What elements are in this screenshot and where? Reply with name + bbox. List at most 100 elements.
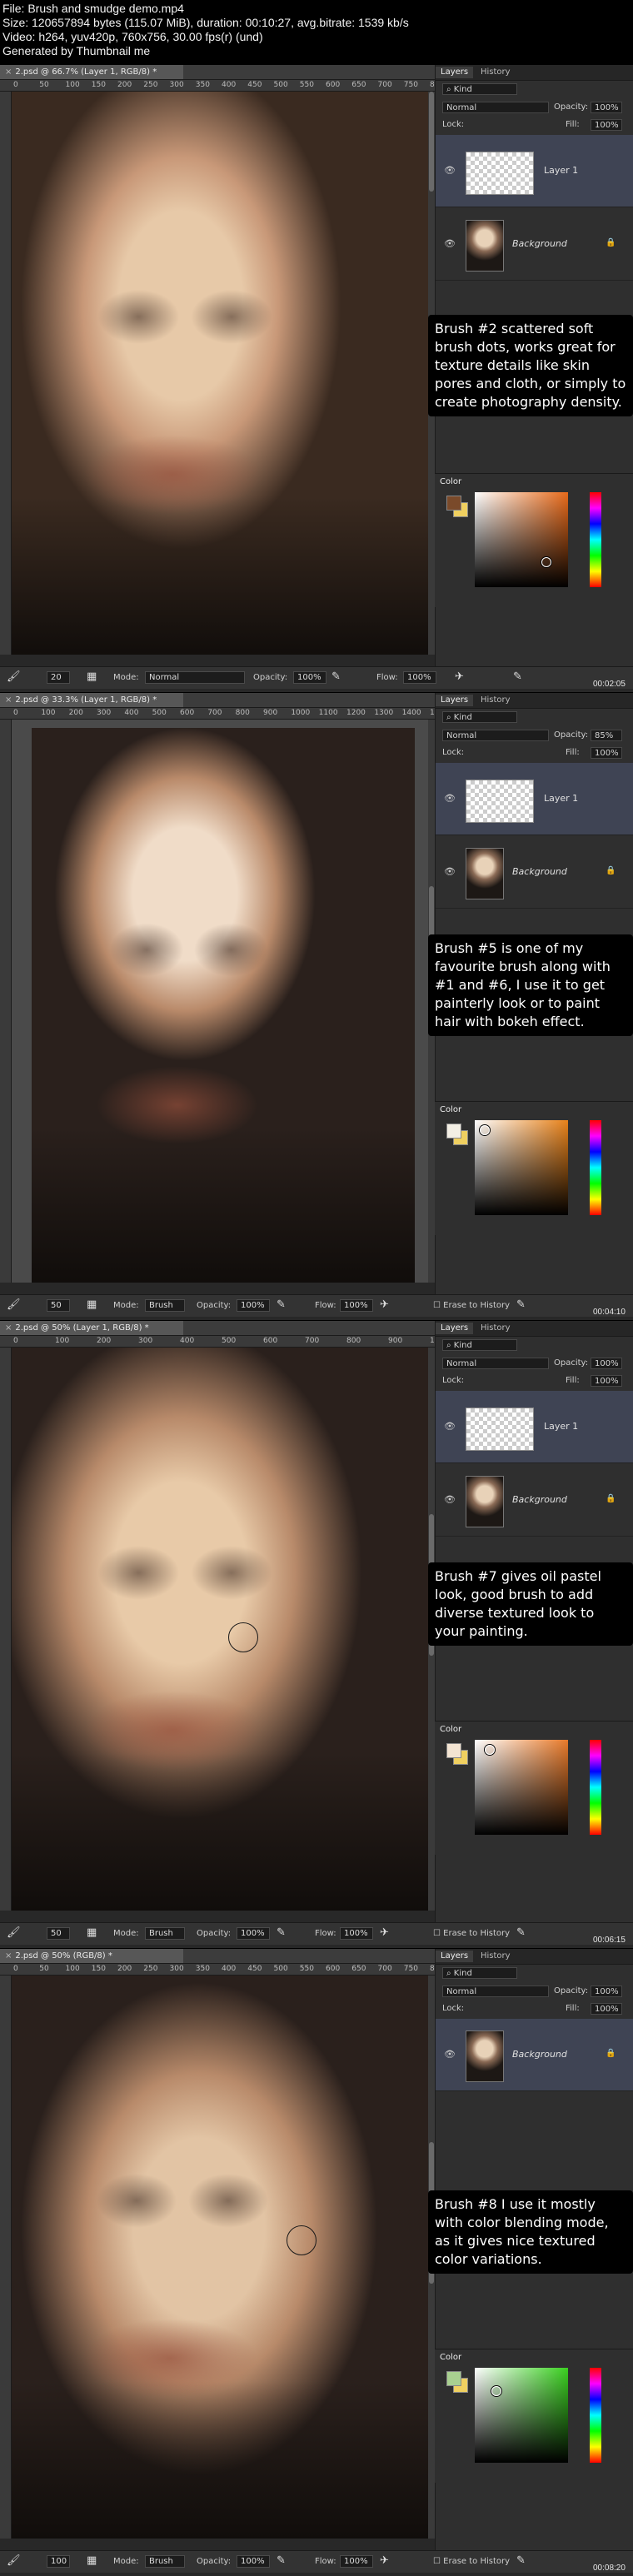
- pressure-opacity-icon[interactable]: ✎: [331, 670, 341, 683]
- brush-opacity-input[interactable]: 100%: [237, 2555, 270, 2568]
- color-picker-ring[interactable]: [491, 2386, 501, 2396]
- airbrush-icon[interactable]: ✈: [380, 2554, 389, 2567]
- opacity-input[interactable]: 100%: [591, 1986, 622, 1997]
- tab-layers[interactable]: Layers: [436, 1951, 474, 1962]
- document-canvas[interactable]: [12, 1976, 428, 2539]
- brush-tool-icon[interactable]: 🖌: [7, 2554, 21, 2567]
- hue-slider[interactable]: [590, 1740, 601, 1835]
- flow-input[interactable]: 100%: [340, 1927, 373, 1940]
- tab-layers[interactable]: Layers: [436, 695, 474, 706]
- mode-select[interactable]: Normal: [145, 671, 245, 684]
- foreground-color-swatch[interactable]: [446, 1743, 461, 1758]
- brush-panel-icon[interactable]: ▦: [87, 2554, 97, 2567]
- flow-input[interactable]: 100%: [340, 2555, 373, 2568]
- brush-panel-icon[interactable]: ▦: [87, 1926, 97, 1939]
- brush-size-input[interactable]: 50: [47, 1299, 70, 1312]
- close-tab-icon[interactable]: ×: [5, 1951, 12, 1961]
- brush-size-input[interactable]: 50: [47, 1927, 70, 1940]
- layer-row-background[interactable]: 👁 Background 🔒: [436, 1464, 633, 1537]
- pressure-size-icon[interactable]: ✎: [516, 1298, 526, 1311]
- erase-to-history-checkbox[interactable]: ☐ Erase to History: [433, 2556, 510, 2568]
- filter-kind-select[interactable]: ⌕ Kind: [442, 711, 517, 723]
- document-canvas[interactable]: [32, 728, 415, 1283]
- tab-layers[interactable]: Layers: [436, 1323, 474, 1334]
- eye-icon[interactable]: 👁: [444, 793, 456, 804]
- document-tab[interactable]: × 2.psd @ 66.7% (Layer 1, RGB/8) *: [0, 65, 183, 79]
- pressure-opacity-icon[interactable]: ✎: [277, 2554, 286, 2567]
- pressure-size-icon[interactable]: ✎: [516, 1926, 526, 1939]
- mode-select[interactable]: Brush: [145, 1927, 185, 1940]
- airbrush-icon[interactable]: ✈: [380, 1926, 389, 1939]
- filter-kind-select[interactable]: ⌕ Kind: [442, 1339, 517, 1351]
- background-layer-name[interactable]: Background: [512, 2049, 567, 2060]
- layer-row-layer1[interactable]: 👁 Layer 1: [436, 135, 633, 207]
- erase-to-history-checkbox[interactable]: ☐ Erase to History: [433, 1928, 510, 1940]
- canvas-area[interactable]: [12, 1348, 435, 1911]
- eye-icon[interactable]: 👁: [444, 1494, 456, 1505]
- filter-kind-select[interactable]: ⌕ Kind: [442, 83, 517, 95]
- scrollbar-thumb[interactable]: [429, 92, 434, 192]
- layer-row-layer1[interactable]: 👁 Layer 1: [436, 763, 633, 835]
- brush-opacity-input[interactable]: 100%: [237, 1927, 270, 1940]
- fill-input[interactable]: 100%: [591, 2003, 622, 2015]
- color-picker-ring[interactable]: [541, 557, 551, 567]
- tab-history[interactable]: History: [476, 67, 516, 78]
- hue-slider[interactable]: [590, 492, 601, 587]
- color-field[interactable]: [475, 492, 568, 587]
- eye-icon[interactable]: 👁: [444, 238, 456, 249]
- brush-opacity-input[interactable]: 100%: [293, 671, 326, 684]
- mode-select[interactable]: Brush: [145, 1299, 185, 1312]
- document-tab[interactable]: × 2.psd @ 50% (Layer 1, RGB/8) *: [0, 1321, 183, 1335]
- eye-icon[interactable]: 👁: [444, 2049, 456, 2060]
- brush-size-input[interactable]: 20: [47, 671, 70, 684]
- flow-input[interactable]: 100%: [340, 1299, 373, 1312]
- color-field[interactable]: [475, 1740, 568, 1835]
- eye-icon[interactable]: 👁: [444, 1421, 456, 1432]
- close-tab-icon[interactable]: ×: [5, 1323, 12, 1333]
- close-tab-icon[interactable]: ×: [5, 67, 12, 77]
- color-field[interactable]: [475, 2368, 568, 2463]
- pressure-opacity-icon[interactable]: ✎: [277, 1926, 286, 1939]
- opacity-input[interactable]: 100%: [591, 1358, 622, 1369]
- layer-row-background[interactable]: 👁 Background 🔒: [436, 208, 633, 281]
- opacity-input[interactable]: 100%: [591, 102, 622, 113]
- flow-input[interactable]: 100%: [403, 671, 436, 684]
- opacity-input[interactable]: 85%: [591, 730, 622, 741]
- document-canvas[interactable]: [12, 1348, 435, 1911]
- layer-row-background[interactable]: 👁 Background 🔒: [436, 2019, 633, 2091]
- foreground-color-swatch[interactable]: [446, 1124, 461, 1139]
- brush-size-input[interactable]: 100: [47, 2555, 70, 2568]
- brush-panel-icon[interactable]: ▦: [87, 670, 97, 683]
- foreground-color-swatch[interactable]: [446, 2371, 461, 2386]
- close-tab-icon[interactable]: ×: [5, 695, 12, 705]
- blend-mode-select[interactable]: Normal: [442, 102, 549, 113]
- fill-input[interactable]: 100%: [591, 1375, 622, 1387]
- layer-row-background[interactable]: 👁 Background 🔒: [436, 836, 633, 909]
- foreground-color-swatch[interactable]: [446, 496, 461, 511]
- canvas-area[interactable]: [12, 1976, 435, 2539]
- fill-input[interactable]: 100%: [591, 119, 622, 131]
- blend-mode-select[interactable]: Normal: [442, 730, 549, 741]
- pressure-opacity-icon[interactable]: ✎: [277, 1298, 286, 1311]
- airbrush-icon[interactable]: ✈: [380, 1298, 389, 1311]
- tab-history[interactable]: History: [476, 695, 516, 706]
- color-field[interactable]: [475, 1120, 568, 1215]
- color-picker-ring[interactable]: [485, 1745, 495, 1755]
- background-layer-name[interactable]: Background: [512, 866, 567, 877]
- pressure-size-icon[interactable]: ✎: [513, 670, 522, 683]
- eye-icon[interactable]: 👁: [444, 165, 456, 176]
- hue-slider[interactable]: [590, 2368, 601, 2463]
- filter-kind-select[interactable]: ⌕ Kind: [442, 1967, 517, 1979]
- layer-row-layer1[interactable]: 👁 Layer 1: [436, 1391, 633, 1463]
- airbrush-icon[interactable]: ✈: [455, 670, 464, 683]
- color-picker-ring[interactable]: [480, 1125, 490, 1135]
- canvas-area[interactable]: [12, 720, 435, 1283]
- document-canvas[interactable]: [12, 92, 435, 655]
- layer1-name[interactable]: Layer 1: [544, 793, 578, 804]
- background-layer-name[interactable]: Background: [512, 238, 567, 249]
- hue-slider[interactable]: [590, 1120, 601, 1215]
- pressure-size-icon[interactable]: ✎: [516, 2554, 526, 2567]
- document-tab[interactable]: × 2.psd @ 50% (RGB/8) *: [0, 1949, 183, 1963]
- blend-mode-select[interactable]: Normal: [442, 1358, 549, 1369]
- brush-tool-icon[interactable]: 🖌: [7, 1298, 21, 1311]
